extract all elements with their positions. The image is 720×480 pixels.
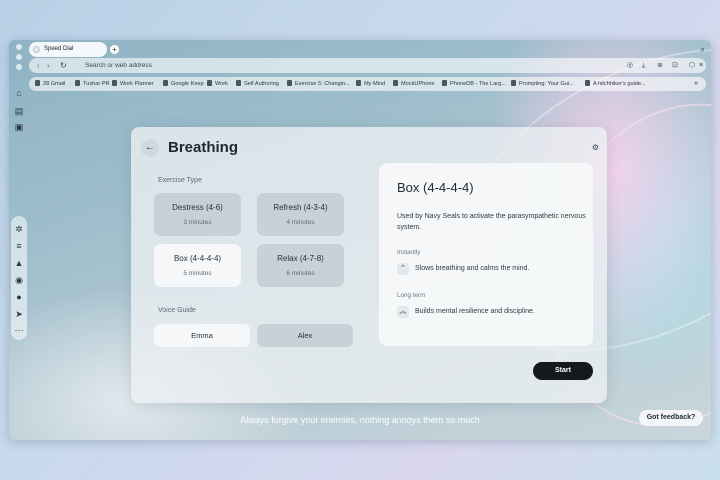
bookmarks-overflow-icon[interactable]: » [694, 77, 698, 91]
folder-icon [163, 80, 168, 86]
exercise-card-relax[interactable]: Relax (4-7-8) 6 minutes [257, 244, 344, 287]
bookmark-item[interactable]: Work Planner [112, 77, 154, 91]
breathing-panel: ← Breathing ⚙ Exercise Type Destress (4-… [131, 127, 607, 403]
bookmarks-bar: 28 Gmail Tushar PR Work Planner Google K… [29, 77, 706, 91]
bookmark-item[interactable]: Exercise 5: Changin... [287, 77, 350, 91]
exercise-card-refresh[interactable]: Refresh (4-3-4) 4 minutes [257, 193, 344, 236]
openai-icon[interactable]: ✲ [12, 222, 26, 236]
folder-icon [511, 80, 516, 86]
bookmark-item[interactable]: Google Keep [163, 77, 204, 91]
tab-speed-dial[interactable]: Speed Dial [29, 42, 107, 57]
exercise-type-label: Exercise Type [158, 177, 202, 184]
window-control-dot[interactable] [16, 44, 22, 50]
folder-icon [35, 80, 40, 86]
start-button[interactable]: Start [533, 362, 593, 380]
bookmark-item[interactable]: A hitchhiker's guide... [585, 77, 646, 91]
bookmark-item[interactable]: MockUPhone [393, 77, 435, 91]
folder-icon [393, 80, 398, 86]
sidebar: ⌂ ▤ ▣ ✲ ≡ ▲ ◉ ● ➤ ⋯ [9, 40, 29, 440]
home-icon[interactable]: ⌂ [12, 86, 26, 100]
chevron-up-icon: ⌃ [397, 263, 409, 275]
camera-icon[interactable]: ◎ [627, 58, 633, 73]
voice-guide-label: Voice Guide [158, 307, 196, 314]
exercise-duration: 4 minutes [286, 219, 315, 226]
bookmark-item[interactable]: 28 Gmail [35, 77, 65, 91]
folder-icon [585, 80, 590, 86]
exercise-name: Refresh (4-3-4) [273, 203, 328, 212]
aria-icon[interactable]: ▲ [12, 256, 26, 270]
menu-icon[interactable]: ≡ [699, 58, 703, 73]
arrow-left-icon: ← [145, 142, 155, 153]
bookmark-item[interactable]: Self Authoring [236, 77, 279, 91]
longterm-benefit: Builds mental resilience and discipline. [415, 308, 535, 315]
window-control-dot[interactable] [16, 64, 22, 70]
browser-window: ⌂ ▤ ▣ ✲ ≡ ▲ ◉ ● ➤ ⋯ Speed Dial + ⌕ ‹ › ↻… [9, 40, 711, 440]
detail-description: Used by Navy Seals to activate the paras… [397, 213, 586, 231]
exercise-name: Box (4-4-4-4) [173, 254, 222, 263]
voice-option-alex[interactable]: Alex [257, 324, 353, 347]
folder-icon [75, 80, 80, 86]
voice-option-emma[interactable]: Emma [154, 324, 250, 347]
exercise-card-box[interactable]: Box (4-4-4-4) 5 minutes [154, 244, 241, 287]
instantly-benefit: Slows breathing and calms the mind. [415, 265, 530, 272]
address-bar: ‹ › ↻ Search or web address ◎ ⤓ ≣ ⊡ ⬡ ≡ [29, 58, 706, 73]
more-icon[interactable]: ⋯ [12, 323, 26, 337]
tune-icon[interactable]: ≣ [657, 58, 663, 73]
bookmark-item[interactable]: PhoneDB - The Larg... [442, 77, 506, 91]
bookmark-item[interactable]: Prompting: Your Gui... [511, 77, 574, 91]
messenger-icon[interactable]: ◉ [12, 273, 26, 287]
exercise-card-destress[interactable]: Destress (4-6) 3 minutes [154, 193, 241, 236]
whatsapp-icon[interactable]: ● [12, 290, 26, 304]
feedback-button[interactable]: Got feedback? [639, 410, 703, 426]
download-icon[interactable]: ⤓ [642, 58, 645, 73]
exercise-detail-card: Box (4-4-4-4) Used by Navy Seals to acti… [379, 163, 593, 346]
tab-label: Speed Dial [44, 46, 74, 52]
folder-icon [207, 80, 212, 86]
double-chevron-up-icon: ︽ [397, 306, 409, 318]
exercise-name: Destress (4-6) [172, 203, 223, 212]
forward-nav-icon[interactable]: › [47, 58, 50, 73]
reload-icon[interactable]: ↻ [60, 58, 67, 73]
apps-icon[interactable]: ≡ [12, 239, 26, 253]
bookmark-item[interactable]: Work [207, 77, 228, 91]
instantly-label: Instantly [397, 249, 421, 256]
tab-bar: Speed Dial + ⌕ [29, 42, 711, 58]
bookmark-item[interactable]: Tushar PR [75, 77, 110, 91]
extensions-icon[interactable]: ⬡ [689, 58, 695, 73]
detail-title: Box (4-4-4-4) [397, 180, 474, 195]
quote-text: Always forgive your enemies, nothing ann… [240, 415, 480, 425]
bookmark-item[interactable]: My Mind [356, 77, 385, 91]
back-nav-icon[interactable]: ‹ [37, 58, 40, 73]
exercise-duration: 5 minutes [183, 270, 212, 277]
page-title: Breathing [168, 139, 239, 156]
search-icon[interactable]: ⌕ [701, 45, 705, 55]
back-button[interactable]: ← [141, 139, 159, 157]
folder-icon [287, 80, 292, 86]
folder-icon [356, 80, 361, 86]
folder-icon [236, 80, 241, 86]
lock-icon[interactable]: ⊡ [672, 58, 678, 73]
settings-icon[interactable]: ⚙ [592, 143, 599, 152]
folder-icon [442, 80, 447, 86]
notes-icon[interactable]: ▤ [12, 104, 26, 118]
google-icon [112, 80, 117, 86]
exercise-name: Relax (4-7-8) [277, 254, 324, 263]
window-control-dot[interactable] [16, 54, 22, 60]
new-tab-button[interactable]: + [110, 45, 119, 54]
exercise-duration: 3 minutes [183, 219, 212, 226]
exercise-duration: 6 minutes [286, 270, 315, 277]
address-input[interactable]: Search or web address [85, 58, 152, 73]
longterm-label: Long term [397, 292, 426, 299]
briefcase-icon[interactable]: ▣ [12, 120, 26, 134]
speed-dial-icon [33, 46, 40, 53]
send-icon[interactable]: ➤ [12, 307, 26, 321]
